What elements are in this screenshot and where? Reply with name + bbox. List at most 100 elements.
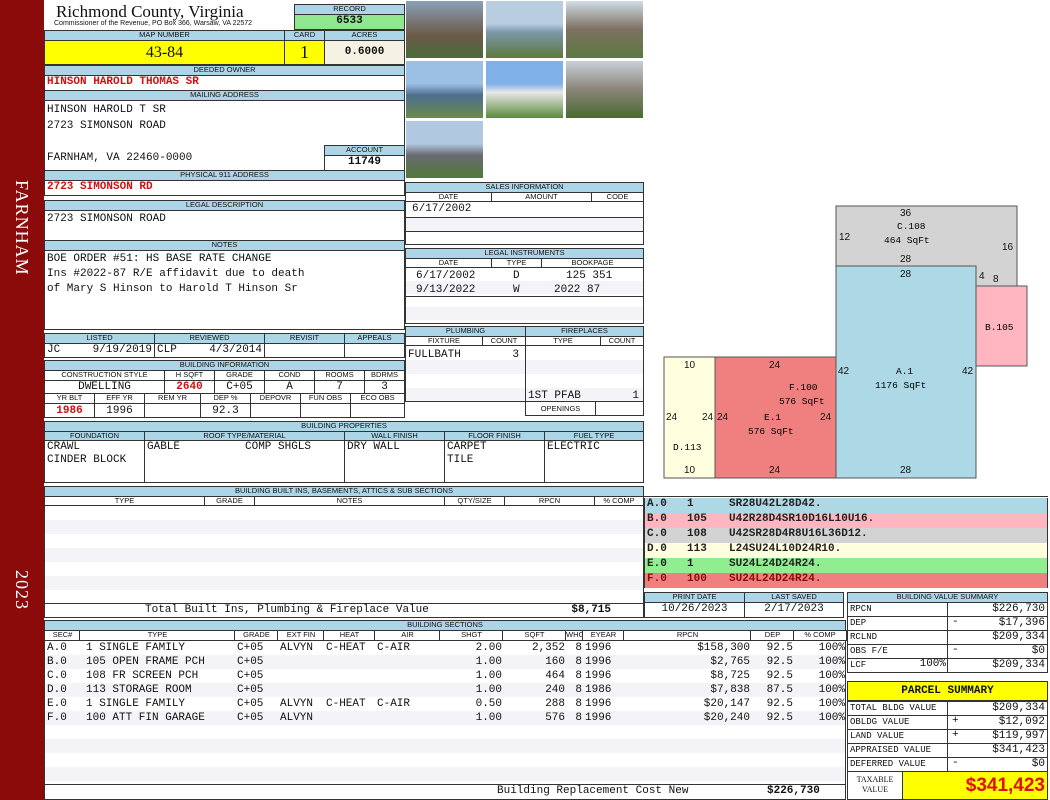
dim: 4: [979, 271, 985, 282]
sketch-label: D.113: [673, 442, 702, 453]
sketch-code-row: F.0 100 SU24L24D24R24.: [644, 573, 1048, 588]
openings-label: OPENINGS: [525, 401, 596, 416]
section-cell: C-HEAT: [326, 642, 366, 654]
summary-operator: 100%: [919, 658, 946, 670]
code-path: U42SR28D4R8U16L36D12.: [729, 528, 868, 540]
section-cell: C+05: [237, 670, 264, 682]
dim: 42: [962, 366, 974, 377]
instrument-type: W: [513, 284, 520, 296]
builtins-total: $8,715: [571, 604, 611, 616]
county-title: Richmond County, Virginia: [56, 2, 244, 21]
section-cell: 464: [545, 670, 565, 682]
foundation-line: CINDER BLOCK: [47, 454, 127, 466]
summary-value: $226,730: [947, 602, 1048, 617]
section-cell: $7,838: [710, 684, 750, 696]
commissioner-address: Commissioner of the Revenue, PO Box 366,…: [54, 20, 253, 27]
section-cell: 240: [545, 684, 565, 696]
section-cell: 1996: [585, 698, 612, 710]
summary-label: RPCN: [847, 602, 948, 617]
section-cell: C+05: [237, 642, 264, 654]
sketch-code-row: C.0 108 U42SR28D4R8U16L36D12.: [644, 528, 1048, 543]
fixture: FULLBATH: [408, 349, 461, 361]
section-cell: 576: [545, 712, 565, 724]
reviewed-value: CLP 4/3/2014: [154, 343, 265, 358]
deeded-owner: HINSON HAROLD THOMAS SR: [44, 75, 405, 91]
sections-table: A.0 1 SINGLE FAMILY C+05 ALVYN C-HEAT C-AIR 2.…: [44, 640, 846, 785]
floor-line: CARPET: [447, 441, 487, 453]
building-info-value: 3: [364, 380, 405, 394]
print-date: 10/26/2023: [644, 602, 745, 618]
summary-operator: +: [952, 729, 959, 741]
roof-material: COMP SHGLS: [245, 441, 312, 453]
section-cell: $158,300: [697, 642, 750, 654]
house-photo[interactable]: [565, 0, 644, 59]
builtins-total-row: Total Built Ins, Plumbing & Fireplace Va…: [44, 603, 644, 618]
building-info-value: A: [264, 380, 315, 394]
physical-address: 2723 SIMONSON RD: [44, 180, 405, 196]
section-col-header: SHGT: [439, 630, 504, 641]
section-cell: C-AIR: [377, 642, 411, 654]
note-line: of Mary S Hinson to Harold T Hinson Sr: [47, 283, 298, 295]
house-photo[interactable]: [405, 0, 484, 59]
section-cell: C.0: [47, 670, 67, 682]
foundation-line: CRAWL: [47, 441, 81, 453]
waterfront-photo[interactable]: [485, 0, 564, 59]
section-cell: C-AIR: [377, 698, 411, 710]
section-row: E.0 1 SINGLE FAMILY C+05 ALVYN C-HEAT C-AIR 0.…: [45, 697, 845, 711]
builtins-col-header: TYPE: [44, 496, 205, 506]
section-cell: 113 STORAGE ROOM: [86, 684, 192, 696]
building-info-value: 92.3: [200, 403, 251, 418]
sketch-label: A.1: [896, 366, 913, 377]
sketch-label: 576 SqFt: [779, 396, 825, 407]
section-cell: $2,765: [710, 656, 750, 668]
section-cell: 8: [575, 670, 582, 682]
parcel-summary-title: PARCEL SUMMARY: [847, 681, 1048, 701]
code-number: 113: [687, 543, 707, 555]
sketch-label: F.100: [789, 382, 818, 393]
fuel-value: ELECTRIC: [544, 440, 644, 483]
section-cell: 100%: [818, 642, 845, 654]
summary-label: LAND VALUE: [847, 729, 948, 744]
section-col-header: SEC#: [44, 630, 81, 641]
sketch-label: E.1: [764, 412, 781, 423]
section-cell: 0.50: [475, 698, 502, 710]
dim: 24: [820, 412, 832, 423]
section-col-header: EXT FIN: [277, 630, 325, 641]
summary-value: $341,423: [947, 743, 1048, 758]
dim: 24: [717, 412, 729, 423]
house-photo[interactable]: [405, 120, 484, 179]
summary-value: $209,334: [947, 701, 1048, 716]
section-cell: D.0: [47, 684, 67, 696]
summary-label: OBLDG VALUE: [847, 715, 948, 730]
building-info-value: [300, 403, 351, 418]
house-photo[interactable]: [485, 60, 564, 119]
code-path: SU24L24D24R24.: [729, 558, 822, 570]
instrument-bookpage: 125 351: [566, 270, 613, 282]
summary-value: $209,334: [947, 630, 1048, 645]
dim: 10: [684, 465, 696, 476]
plumbing-row: FULLBATH 3: [406, 348, 525, 362]
sidebar: FARNHAM 2023: [0, 0, 44, 800]
fixture-count: 3: [512, 349, 519, 361]
floor-value: CARPET TILE: [444, 440, 545, 483]
summary-label: DEFERRED VALUE: [847, 757, 948, 772]
section-cell: 100%: [818, 698, 845, 710]
builtins-rows: [44, 505, 644, 604]
dim: 12: [839, 232, 851, 243]
section-cell: 1 SINGLE FAMILY: [86, 642, 186, 654]
section-cell: 92.5: [766, 656, 793, 668]
section-cell: 8: [575, 684, 582, 696]
section-cell: 105 OPEN FRAME PCH: [86, 656, 205, 668]
dock-photo[interactable]: [405, 60, 484, 119]
section-col-header: DEP: [750, 630, 795, 641]
house-photo[interactable]: [565, 60, 644, 119]
code-section: D.0: [647, 543, 667, 555]
section-cell: 92.5: [766, 698, 793, 710]
sketch-code-row: B.0 105 U42R28D4SR10D16L10U16.: [644, 513, 1048, 528]
dim: 10: [684, 360, 696, 371]
section-cell: ALVYN: [280, 698, 314, 710]
record-number: 6533: [294, 14, 405, 30]
builtins-col-header: NOTES: [254, 496, 445, 506]
sidebar-year: 2023: [12, 570, 32, 610]
dim: 36: [900, 208, 912, 219]
